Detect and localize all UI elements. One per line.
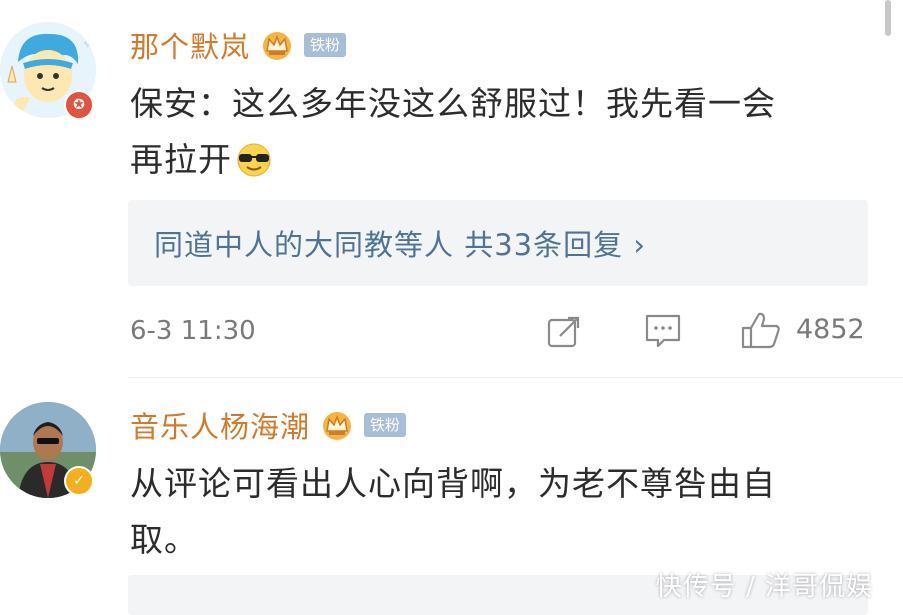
crown-icon [323, 412, 352, 440]
comment-text-line: 保安：这么多年没这么舒服过！我先看一会 [130, 84, 776, 123]
comment-text-end: 再拉开 [130, 140, 232, 179]
comment-text: 保安：这么多年没这么舒服过！我先看一会 再拉开 [130, 76, 776, 188]
username[interactable]: 音乐人杨海潮 [130, 404, 310, 446]
comment-time: 6-3 11:30 [130, 316, 256, 346]
scrollbar[interactable] [885, 0, 891, 36]
fan-tag: 铁粉 [304, 33, 347, 57]
verified-badge-icon: ✓ [64, 466, 94, 496]
badge-icon: ✪ [64, 90, 94, 120]
comment-text: 从评论可看出人心向背啊，为老不尊咎由自 取。 [130, 456, 776, 568]
comment-icon[interactable] [644, 312, 682, 350]
comment-text-line: 取。 [130, 520, 198, 559]
like-count: 4852 [796, 314, 865, 345]
crown-icon [263, 32, 292, 60]
share-icon[interactable] [546, 314, 582, 350]
svg-text:✧: ✧ [82, 36, 94, 52]
reply-summary-box[interactable]: 同道中人的大同教等人 共33条回复 › [128, 200, 868, 286]
comment-text-line: 再拉开 [130, 132, 776, 188]
sunglasses-emoji-icon [237, 143, 271, 177]
username[interactable]: 那个默岚 [130, 24, 250, 66]
divider [128, 377, 903, 378]
watermark: 快传号 / 洋哥侃娱 [655, 572, 873, 602]
like-icon[interactable] [740, 310, 782, 350]
reply-summary-link[interactable]: 同道中人的大同教等人 共33条回复 › [154, 222, 646, 264]
fan-tag: 铁粉 [364, 413, 407, 437]
comment-text-line: 从评论可看出人心向背啊，为老不尊咎由自 [130, 464, 776, 503]
